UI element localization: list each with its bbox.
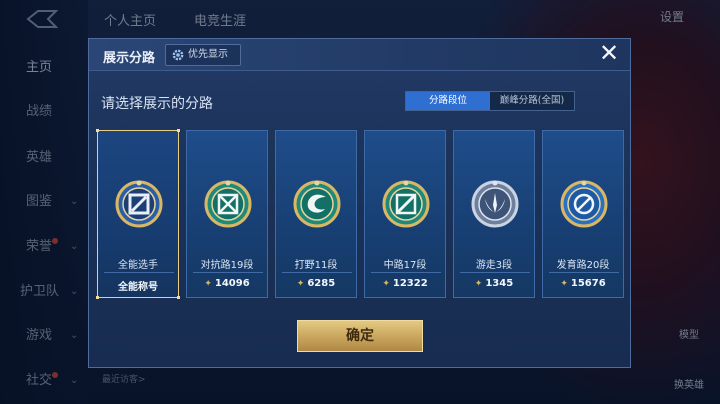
lane-score: ✦ 15676 <box>543 278 623 289</box>
priority-display-label: 优先显示 <box>188 49 228 60</box>
jungle-emblem-icon <box>293 180 341 228</box>
power-icon: ✦ <box>382 279 390 289</box>
display-lane-dialog: 展示分路 优先显示 请选择展示的分路 分路段位 巅峰分路(全国) 全能选手 全能… <box>88 38 631 368</box>
lane-score-value: 12322 <box>392 278 428 289</box>
roam-emblem-icon <box>471 180 519 228</box>
priority-display-button[interactable]: 优先显示 <box>165 44 241 66</box>
tab-lane-rank[interactable]: 分路段位 <box>406 92 490 110</box>
lane-name: 对抗路19段 <box>200 260 254 271</box>
lane-card-farm[interactable]: 发育路20段 ✦ 15676 <box>542 130 624 298</box>
card-divider <box>193 272 263 273</box>
card-divider <box>460 272 530 273</box>
lane-card-roam[interactable]: 游走3段 ✦ 1345 <box>453 130 535 298</box>
lane-card-mid[interactable]: 中路17段 ✦ 12322 <box>364 130 446 298</box>
lane-name: 游走3段 <box>475 260 513 271</box>
selection-corner <box>96 296 99 299</box>
card-divider <box>104 272 174 273</box>
lane-name: 中路17段 <box>383 260 427 271</box>
lane-score-value: 14096 <box>214 278 250 289</box>
dialog-header: 展示分路 优先显示 <box>89 39 630 71</box>
selection-corner <box>177 129 180 132</box>
lane-card-all-round[interactable]: 全能选手 全能称号 <box>96 129 180 299</box>
mid-lane-emblem-icon <box>382 180 430 228</box>
lane-score: ✦ 14096 <box>187 278 267 289</box>
selection-corner <box>177 296 180 299</box>
power-icon: ✦ <box>296 279 305 289</box>
selection-corner <box>96 129 99 132</box>
dialog-prompt: 请选择展示的分路 <box>101 96 213 112</box>
farm-lane-emblem-icon <box>560 180 608 228</box>
lane-card-jungle[interactable]: 打野11段 ✦ 6285 <box>275 130 357 298</box>
lane-score: ✦ 12322 <box>365 278 445 289</box>
clash-lane-emblem-icon <box>204 180 252 228</box>
lane-score: ✦ 6285 <box>276 278 356 289</box>
lane-score-value: 6285 <box>307 278 336 289</box>
lane-card-clash[interactable]: 对抗路19段 ✦ 14096 <box>186 130 268 298</box>
power-icon: ✦ <box>474 279 483 289</box>
tab-peak-lane-national[interactable]: 巅峰分路(全国) <box>490 92 574 110</box>
card-divider <box>371 272 441 273</box>
lane-title-label: 全能称号 <box>118 282 158 293</box>
power-icon: ✦ <box>560 279 568 289</box>
lane-type-tabs: 分路段位 巅峰分路(全国) <box>405 91 575 111</box>
lane-name: 发育路20段 <box>556 260 610 271</box>
all-round-emblem-icon <box>115 180 163 228</box>
confirm-button[interactable]: 确定 <box>297 320 423 352</box>
card-divider <box>549 272 619 273</box>
lane-score-value: 15676 <box>570 278 606 289</box>
power-icon: ✦ <box>204 279 212 289</box>
dialog-title: 展示分路 <box>103 51 156 66</box>
lane-score-value: 1345 <box>485 278 514 289</box>
close-icon[interactable]: ✕ <box>598 40 620 66</box>
lane-name: 打野11段 <box>294 260 338 271</box>
lane-name: 全能选手 <box>118 260 158 271</box>
gear-icon <box>172 49 184 61</box>
card-divider <box>282 272 352 273</box>
lane-score: ✦ 1345 <box>454 278 534 289</box>
